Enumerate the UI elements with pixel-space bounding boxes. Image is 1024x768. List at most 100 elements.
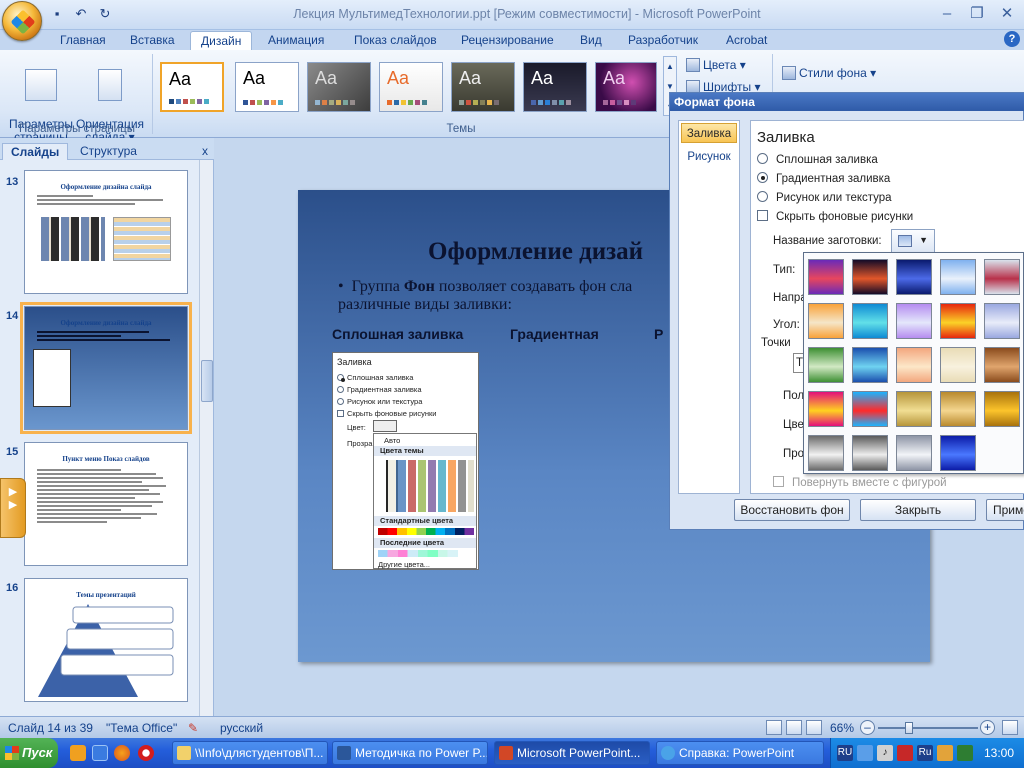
language-bar[interactable]: RU (837, 745, 853, 761)
tab-design[interactable]: Дизайн (190, 31, 253, 50)
checkbox-hide-bg[interactable] (757, 210, 768, 221)
zoom-level[interactable]: 66% (830, 721, 854, 735)
scrollbar-thumb[interactable] (201, 360, 213, 402)
slideshow-view-icon[interactable] (806, 720, 822, 735)
network-icon[interactable] (857, 745, 873, 761)
preset-gradient-swatch[interactable] (940, 391, 976, 427)
help-icon[interactable]: ? (1004, 31, 1020, 47)
preset-gradient-swatch[interactable] (940, 435, 976, 471)
slide-thumbnail-13[interactable]: Оформление дизайна слайда (24, 170, 188, 294)
zoom-in-button[interactable]: + (980, 720, 995, 735)
nav-picture[interactable]: Рисунок (681, 147, 737, 167)
close-button[interactable]: ✕ (994, 3, 1020, 25)
preset-gradient-swatch[interactable] (896, 435, 932, 471)
theme-5[interactable]: Aa (451, 62, 515, 112)
tab-outline[interactable]: Структура (72, 143, 145, 160)
slide-bullet[interactable]: • Группа Фон позволяет создавать фон сла… (338, 278, 668, 314)
fit-slide-icon[interactable] (1002, 720, 1018, 735)
theme-6[interactable]: Aa (523, 62, 587, 112)
radio-solid[interactable] (757, 153, 768, 164)
task-powerpoint[interactable]: Microsoft PowerPoint... (494, 741, 650, 765)
tab-slides[interactable]: Слайды (2, 143, 69, 160)
tab-view[interactable]: Вид (570, 31, 612, 50)
preset-gradient-swatch[interactable] (852, 347, 888, 383)
colors-button[interactable]: Цвета ▾ (686, 58, 746, 72)
rotate-with-shape-checkbox[interactable]: Повернуть вместе с фигурой (773, 476, 947, 489)
tab-home[interactable]: Главная (50, 31, 116, 50)
option-picture-fill[interactable]: Рисунок или текстура (757, 191, 892, 204)
preset-gradient-swatch[interactable] (852, 303, 888, 339)
preset-gradient-swatch[interactable] (940, 259, 976, 295)
preset-gradient-swatch[interactable] (896, 259, 932, 295)
volume-icon[interactable]: ♪ (877, 745, 893, 761)
start-button[interactable]: Пуск (0, 738, 58, 768)
preset-gradient-swatch[interactable] (808, 347, 844, 383)
slide-thumbnail-14[interactable]: Оформление дизайна слайда (20, 302, 192, 434)
background-styles-button[interactable]: Стили фона ▾ (782, 66, 876, 80)
slide-sorter-icon[interactable] (786, 720, 802, 735)
spellcheck-icon[interactable]: ✎ (188, 721, 198, 735)
opera-icon[interactable] (138, 745, 154, 761)
checkbox-rotate[interactable] (773, 476, 784, 487)
preset-gradient-swatch[interactable] (984, 391, 1020, 427)
option-solid-fill[interactable]: Сплошная заливка (757, 153, 878, 166)
show-desktop-icon[interactable] (70, 745, 86, 761)
preset-gradient-swatch[interactable] (896, 347, 932, 383)
normal-view-icon[interactable] (766, 720, 782, 735)
preset-gradient-swatch[interactable] (852, 435, 888, 471)
radio-gradient[interactable] (757, 172, 768, 183)
preset-gradient-swatch[interactable] (852, 259, 888, 295)
zoom-out-button[interactable]: – (860, 720, 875, 735)
firefox-icon[interactable] (114, 745, 130, 761)
preset-gradient-swatch[interactable] (808, 259, 844, 295)
pane-close-icon[interactable]: x (202, 144, 208, 158)
apply-button[interactable]: Приме (986, 499, 1024, 521)
slides-scrollbar[interactable] (199, 160, 213, 716)
language-indicator[interactable]: русский (220, 721, 263, 735)
tray-app-icon[interactable] (957, 745, 973, 761)
preset-gradient-swatch[interactable] (984, 259, 1020, 295)
slide-thumbnail-15[interactable]: Пункт меню Показ слайдов (24, 442, 188, 566)
hide-background-checkbox[interactable]: Скрыть фоновые рисунки (757, 210, 913, 223)
tab-acrobat[interactable]: Acrobat (716, 31, 777, 50)
slide-title[interactable]: Оформление дизай (428, 238, 643, 266)
nav-fill[interactable]: Заливка (681, 123, 737, 143)
tray-app-icon[interactable] (937, 745, 953, 761)
slide-thumbnail-16[interactable]: Темы презентаций (24, 578, 188, 702)
office-button[interactable] (2, 1, 42, 41)
maximize-button[interactable]: ❐ (964, 3, 990, 25)
shield-icon[interactable] (897, 745, 913, 761)
zoom-slider[interactable] (878, 722, 978, 734)
theme-office[interactable]: Aa (160, 62, 224, 112)
theme-7[interactable]: Aa (595, 62, 657, 112)
close-dialog-button[interactable]: Закрыть (860, 499, 976, 521)
preset-dropdown-button[interactable]: ▼ (891, 229, 935, 253)
preset-gradient-swatch[interactable] (808, 435, 844, 471)
task-word[interactable]: Методичка по Power P... (332, 741, 488, 765)
tab-review[interactable]: Рецензирование (451, 31, 564, 50)
preset-gradient-swatch[interactable] (940, 303, 976, 339)
side-panel-handle[interactable]: ▶ ▶ (0, 478, 26, 538)
task-help[interactable]: Справка: PowerPoint (656, 741, 824, 765)
minimize-button[interactable]: – (934, 3, 960, 25)
theme-3[interactable]: Aa (307, 62, 371, 112)
radio-picture[interactable] (757, 191, 768, 202)
tab-developer[interactable]: Разработчик (618, 31, 708, 50)
preset-gradient-swatch[interactable] (896, 391, 932, 427)
task-folder[interactable]: \\Info\длястудентов\П... (172, 741, 328, 765)
theme-2[interactable]: Aa (235, 62, 299, 112)
preset-gradient-swatch[interactable] (896, 303, 932, 339)
option-gradient-fill[interactable]: Градиентная заливка (757, 172, 890, 185)
preset-gradient-swatch[interactable] (940, 347, 976, 383)
preset-gradient-swatch[interactable] (984, 347, 1020, 383)
preset-gradient-swatch[interactable] (984, 303, 1020, 339)
internet-explorer-icon[interactable] (92, 745, 108, 761)
tab-animation[interactable]: Анимация (258, 31, 334, 50)
keyboard-layout[interactable]: Ru (917, 745, 933, 761)
zoom-slider-knob[interactable] (905, 722, 914, 734)
reset-background-button[interactable]: Восстановить фон (734, 499, 850, 521)
preset-gradient-swatch[interactable] (808, 391, 844, 427)
tab-insert[interactable]: Вставка (120, 31, 185, 50)
preset-gradient-swatch[interactable] (808, 303, 844, 339)
theme-4[interactable]: Aa (379, 62, 443, 112)
